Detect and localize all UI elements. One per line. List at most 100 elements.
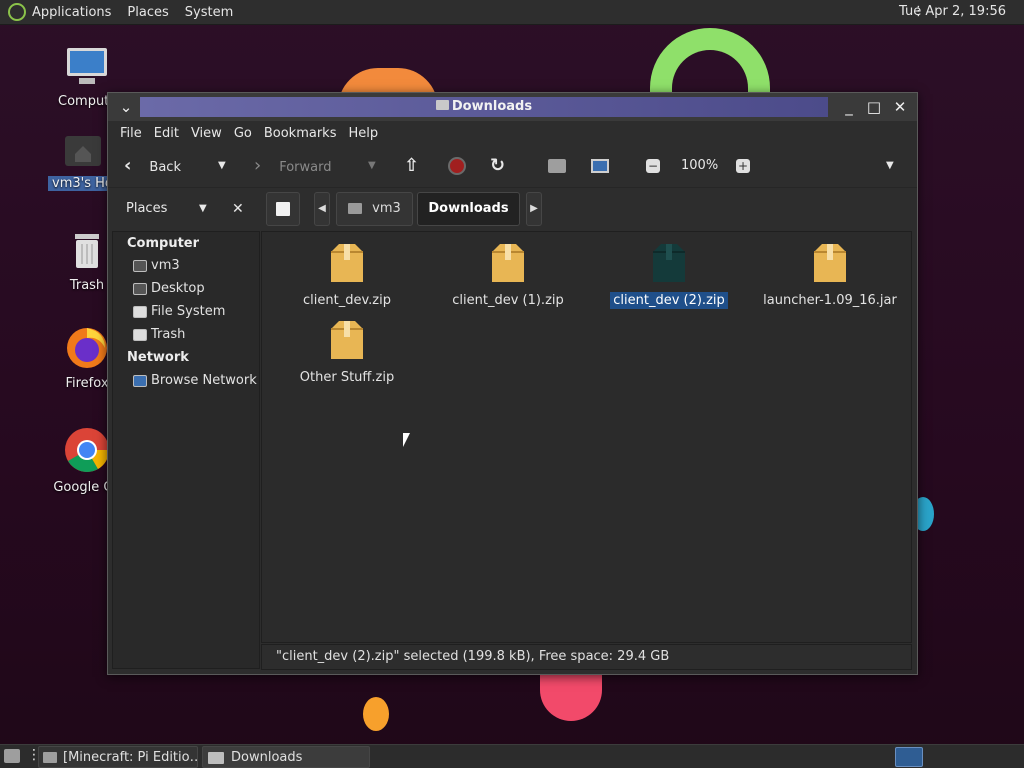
- path-scroll-left[interactable]: ◀: [314, 192, 330, 226]
- sidebar-item-browse-network[interactable]: Browse Network: [133, 373, 257, 388]
- edit-icon: [276, 201, 290, 216]
- forward-button[interactable]: › Forward: [254, 153, 331, 179]
- crumb-vm3[interactable]: vm3: [336, 192, 413, 226]
- places-label: Places: [126, 201, 168, 216]
- window-title: Downloads: [451, 99, 533, 114]
- file-manager-window: ⌄ Downloads _ □ ✕ File Edit View Go Book…: [107, 92, 918, 675]
- folder-icon: [208, 752, 224, 764]
- sidebar-item-label: vm3: [151, 258, 180, 273]
- stop-button[interactable]: [448, 153, 466, 179]
- desktop-icon: [133, 282, 147, 295]
- back-arrow-icon: ‹: [124, 155, 132, 176]
- zoom-in-icon: +: [736, 158, 750, 173]
- home-icon: [348, 203, 363, 214]
- top-panel: Applications Places System ⋮ Tue Apr 2, …: [0, 0, 1024, 25]
- zip-archive-icon: [490, 242, 526, 284]
- location-bar: Places ▼ ✕ ◀ vm3 Downloads ▶: [108, 187, 917, 229]
- firefox-icon: [67, 328, 107, 368]
- toolbar: ‹ Back ▼ › Forward ▼ ⇧ ↻ − 100% + ▼: [108, 145, 917, 187]
- forward-arrow-icon: ›: [254, 155, 262, 176]
- drive-icon: [133, 305, 147, 318]
- distro-logo-icon[interactable]: [8, 3, 26, 21]
- title-area[interactable]: Downloads: [140, 97, 828, 117]
- menubar: File Edit View Go Bookmarks Help: [108, 121, 917, 145]
- clock[interactable]: Tue Apr 2, 19:56: [899, 4, 1006, 19]
- edit-location-button[interactable]: [266, 192, 300, 226]
- sidebar-type-selector[interactable]: Places ▼ ✕: [114, 188, 259, 230]
- trash-icon: [133, 328, 147, 341]
- window-minimize-button[interactable]: _: [839, 97, 859, 117]
- menu-help[interactable]: Help: [348, 126, 378, 141]
- zoom-level: 100%: [681, 158, 719, 173]
- zoom-out-button[interactable]: −: [646, 153, 660, 179]
- sidebar-item-label: Browse Network: [151, 373, 257, 388]
- sidebar-header-computer: Computer: [127, 236, 200, 251]
- window-titlebar[interactable]: ⌄ Downloads _ □ ✕: [108, 93, 917, 121]
- chrome-icon: [65, 428, 109, 472]
- menu-places[interactable]: Places: [127, 3, 168, 22]
- crumb-downloads[interactable]: Downloads: [417, 192, 520, 226]
- mouse-pointer-icon: [403, 433, 410, 447]
- zoom-out-icon: −: [646, 158, 660, 173]
- back-label: Back: [149, 160, 181, 175]
- places-sidebar: Computer vm3 Desktop File System Trash N…: [112, 231, 260, 669]
- window-icon: [43, 752, 57, 763]
- file-name: Other Stuff.zip: [299, 370, 395, 385]
- zoom-in-button[interactable]: +: [736, 153, 750, 179]
- network-icon: [133, 374, 147, 387]
- crumb-label: vm3: [372, 201, 401, 216]
- wallpaper-shape: [363, 697, 389, 731]
- close-sidebar-icon[interactable]: ✕: [232, 188, 244, 230]
- chevron-down-icon: ▼: [199, 203, 207, 214]
- sidebar-header-network: Network: [127, 350, 189, 365]
- file-view[interactable]: client_dev.zip client_dev (1).zip client…: [261, 231, 912, 643]
- task-label: Downloads: [231, 750, 303, 765]
- sidebar-item-vm3[interactable]: vm3: [133, 258, 180, 273]
- file-item[interactable]: client_dev.zip: [272, 242, 422, 309]
- computer-icon: [67, 48, 107, 84]
- toolbar-overflow-icon[interactable]: ▼: [886, 153, 894, 179]
- window-maximize-button[interactable]: □: [864, 97, 884, 117]
- sidebar-item-file-system[interactable]: File System: [133, 304, 225, 319]
- computer-button[interactable]: [591, 153, 609, 179]
- folder-icon: [435, 100, 449, 110]
- menu-applications[interactable]: Applications: [32, 3, 111, 22]
- zip-archive-icon: [651, 242, 687, 284]
- menu-edit[interactable]: Edit: [154, 126, 179, 141]
- show-desktop-icon[interactable]: [4, 749, 20, 763]
- sidebar-item-label: Trash: [151, 327, 186, 342]
- sidebar-item-label: Desktop: [151, 281, 205, 296]
- menu-file[interactable]: File: [120, 126, 142, 141]
- sidebar-item-desktop[interactable]: Desktop: [133, 281, 205, 296]
- window-menu-icon[interactable]: ⌄: [116, 97, 136, 117]
- menu-bookmarks[interactable]: Bookmarks: [264, 126, 337, 141]
- file-name: launcher-1.09_16.jar: [763, 293, 897, 308]
- reload-icon[interactable]: ↻: [490, 153, 505, 179]
- zip-archive-icon: [329, 242, 365, 284]
- back-history-dropdown[interactable]: ▼: [218, 153, 226, 179]
- sidebar-item-trash[interactable]: Trash: [133, 327, 185, 342]
- zip-archive-icon: [329, 319, 365, 361]
- menu-system[interactable]: System: [185, 3, 233, 22]
- window-close-button[interactable]: ✕: [890, 97, 910, 117]
- menu-view[interactable]: View: [191, 126, 222, 141]
- task-downloads[interactable]: Downloads: [202, 746, 370, 768]
- path-scroll-right[interactable]: ▶: [526, 192, 542, 226]
- forward-history-dropdown[interactable]: ▼: [368, 153, 376, 179]
- up-arrow-icon[interactable]: ⇧: [404, 153, 419, 179]
- back-button[interactable]: ‹ Back: [124, 153, 181, 179]
- workspace-switcher[interactable]: [895, 747, 923, 767]
- file-name: client_dev (1).zip: [452, 293, 564, 308]
- file-item[interactable]: launcher-1.09_16.jar: [755, 242, 905, 309]
- home-icon: [133, 259, 147, 272]
- home-button[interactable]: [548, 153, 566, 179]
- task-label: [Minecraft: Pi Editio…: [63, 750, 198, 765]
- menu-go[interactable]: Go: [234, 126, 252, 141]
- task-minecraft[interactable]: [Minecraft: Pi Editio…: [38, 746, 198, 768]
- forward-label: Forward: [279, 160, 332, 175]
- sidebar-item-label: File System: [151, 304, 226, 319]
- file-item-selected[interactable]: client_dev (2).zip: [594, 242, 744, 309]
- file-item[interactable]: Other Stuff.zip: [272, 319, 422, 386]
- status-bar: "client_dev (2).zip" selected (199.8 kB)…: [261, 644, 912, 670]
- file-item[interactable]: client_dev (1).zip: [433, 242, 583, 309]
